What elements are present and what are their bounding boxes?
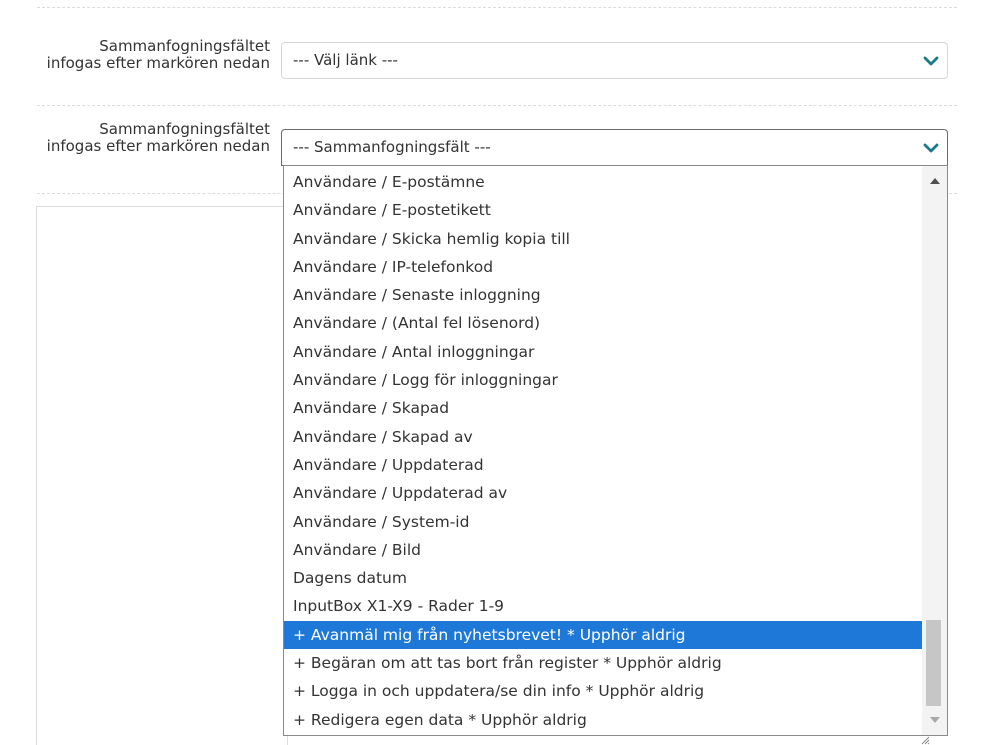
dropdown-option[interactable]: Användare / Logg för inloggningar xyxy=(284,366,922,394)
resize-grip-icon[interactable] xyxy=(918,734,930,745)
dropdown-option[interactable]: Användare / (Antal fel lösenord) xyxy=(284,309,922,337)
chevron-down-icon xyxy=(923,56,939,66)
link-field-label: Sammanfogningsfältet infogas efter markö… xyxy=(46,37,270,72)
dropdown-option[interactable]: Användare / E-postetikett xyxy=(284,196,922,224)
dropdown-option[interactable]: Användare / Senaste inloggning xyxy=(284,281,922,309)
dropdown-option[interactable]: Användare / IP-telefonkod xyxy=(284,253,922,281)
link-select[interactable]: --- Välj länk --- xyxy=(281,42,948,79)
scroll-down-arrow-icon[interactable] xyxy=(930,717,940,723)
dropdown-option[interactable]: Användare / Uppdaterad xyxy=(284,451,922,479)
dropdown-option[interactable]: Användare / Skicka hemlig kopia till xyxy=(284,225,922,253)
scrollbar-thumb[interactable] xyxy=(926,620,941,706)
chevron-down-icon xyxy=(923,143,939,153)
dropdown-option[interactable]: Användare / Skapad av xyxy=(284,423,922,451)
merge-field-select[interactable]: --- Sammanfogningsfält --- xyxy=(281,129,948,166)
dropdown-option[interactable]: Dagens datum xyxy=(284,564,922,592)
merge-field-page: Sammanfogningsfältet infogas efter markö… xyxy=(0,0,1008,745)
link-select-value: --- Välj länk --- xyxy=(293,51,398,69)
field-divider xyxy=(37,105,957,106)
dropdown-option[interactable]: Användare / Bild xyxy=(284,536,922,564)
editor-area[interactable] xyxy=(36,206,288,745)
dropdown-option[interactable]: + Logga in och uppdatera/se din info * U… xyxy=(284,677,922,705)
merge-field-dropdown-list[interactable]: Användare / E-postämne Användare / E-post… xyxy=(283,165,948,736)
dropdown-option[interactable]: Användare / System-id xyxy=(284,508,922,536)
dropdown-scrollbar[interactable] xyxy=(922,166,947,735)
merge-field-label: Sammanfogningsfältet infogas efter markö… xyxy=(46,120,270,155)
dropdown-option[interactable]: Användare / Uppdaterad av xyxy=(284,479,922,507)
top-divider xyxy=(37,7,957,8)
scroll-up-arrow-icon[interactable] xyxy=(930,178,940,184)
dropdown-option[interactable]: + Begäran om att tas bort från register … xyxy=(284,649,922,677)
dropdown-option[interactable]: + Redigera egen data * Upphör aldrig xyxy=(284,706,922,734)
dropdown-option[interactable]: Användare / Antal inloggningar xyxy=(284,338,922,366)
dropdown-option-selected[interactable]: + Avanmäl mig från nyhetsbrevet! * Upphö… xyxy=(284,620,922,650)
merge-field-select-value: --- Sammanfogningsfält --- xyxy=(293,138,491,156)
dropdown-option[interactable]: Användare / Skapad xyxy=(284,394,922,422)
dropdown-option[interactable]: InputBox X1-X9 - Rader 1-9 xyxy=(284,592,922,620)
dropdown-option[interactable]: Användare / E-postämne xyxy=(284,168,922,196)
dropdown-options: Användare / E-postämne Användare / E-post… xyxy=(284,168,922,734)
